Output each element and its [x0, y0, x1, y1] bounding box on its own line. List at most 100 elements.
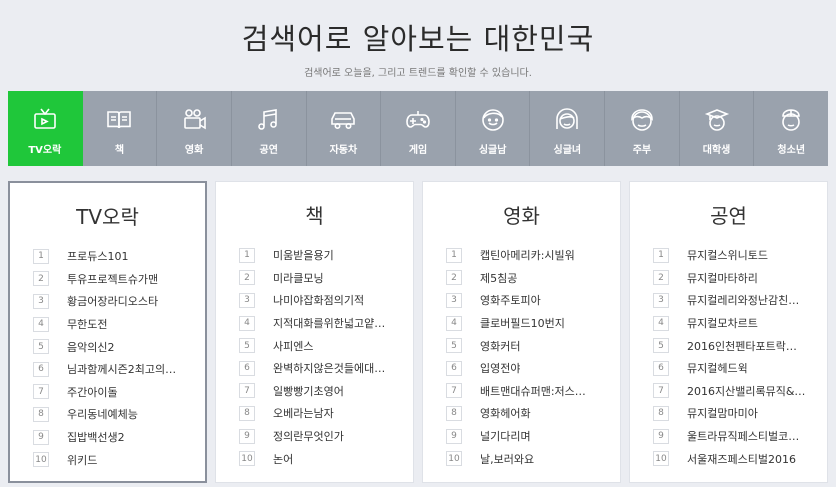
category-tab-book[interactable]: 책: [83, 91, 158, 166]
rank-keyword[interactable]: 뮤지컬마타하리: [687, 270, 758, 286]
rank-item[interactable]: 6 입영전야: [446, 357, 608, 380]
rank-number: 7: [239, 383, 255, 399]
rank-keyword[interactable]: 클로버필드10번지: [480, 315, 565, 331]
rank-keyword[interactable]: 미라클모닝: [273, 270, 324, 286]
rank-keyword[interactable]: 뮤지컬헤드윅: [687, 360, 748, 376]
category-tab-car[interactable]: 자동차: [307, 91, 382, 166]
rank-item[interactable]: 2 투유프로젝트슈가맨: [33, 268, 193, 291]
rank-item[interactable]: 7 2016지산밸리록뮤직&…: [653, 380, 815, 403]
rank-keyword[interactable]: 영화커터: [480, 338, 520, 354]
rank-item[interactable]: 4 지적대화를위한넓고얕…: [239, 312, 401, 335]
category-tab-tv[interactable]: TV오락: [8, 91, 83, 166]
category-tab-single-man[interactable]: 싱글남: [456, 91, 531, 166]
rank-keyword[interactable]: 음악의신2: [67, 339, 114, 355]
rank-item[interactable]: 7 일빵빵기초영어: [239, 380, 401, 403]
rank-item[interactable]: 1 프로듀스101: [33, 245, 193, 268]
rank-item[interactable]: 9 집밥백선생2: [33, 426, 193, 449]
rank-keyword[interactable]: 배트맨대슈퍼맨:저스…: [480, 383, 586, 399]
rank-keyword[interactable]: 무한도전: [67, 316, 107, 332]
rank-item[interactable]: 1 뮤지컬스위니토드: [653, 244, 815, 267]
rank-item[interactable]: 10 날,보러와요: [446, 447, 608, 470]
category-tab-performance[interactable]: 공연: [232, 91, 307, 166]
rank-item[interactable]: 9 울트라뮤직페스티벌코…: [653, 425, 815, 448]
rank-keyword[interactable]: 지적대화를위한넓고얕…: [273, 315, 385, 331]
rank-keyword[interactable]: 완벽하지않은것들에대…: [273, 360, 385, 376]
rank-keyword[interactable]: 일빵빵기초영어: [273, 383, 344, 399]
rank-keyword[interactable]: 정의란무엇인가: [273, 428, 344, 444]
category-tab-teenager[interactable]: 청소년: [754, 91, 828, 166]
rank-keyword[interactable]: 캡틴아메리카:시빌워: [480, 247, 575, 263]
rank-keyword[interactable]: 논어: [273, 451, 293, 467]
rank-item[interactable]: 3 황금어장라디오스타: [33, 290, 193, 313]
rank-item[interactable]: 4 클로버필드10번지: [446, 312, 608, 335]
rank-keyword[interactable]: 집밥백선생2: [67, 429, 125, 445]
rank-keyword[interactable]: 2016인천펜타포트락…: [687, 338, 797, 354]
rank-item[interactable]: 2 제5침공: [446, 267, 608, 290]
category-tab-housewife[interactable]: 주부: [605, 91, 680, 166]
rank-item[interactable]: 9 널기다리며: [446, 425, 608, 448]
rank-keyword[interactable]: 뮤지컬스위니토드: [687, 247, 768, 263]
rank-keyword[interactable]: 뮤지컬맘마미아: [687, 405, 758, 421]
rank-keyword[interactable]: 투유프로젝트슈가맨: [67, 271, 158, 287]
rank-item[interactable]: 9 정의란무엇인가: [239, 425, 401, 448]
rank-item[interactable]: 5 2016인천펜타포트락…: [653, 334, 815, 357]
rank-item[interactable]: 10 위키드: [33, 448, 193, 471]
category-tab-college-student[interactable]: 대학생: [680, 91, 755, 166]
rank-keyword[interactable]: 님과함께시즌2최고의…: [67, 361, 176, 377]
rank-item[interactable]: 8 우리동네예체능: [33, 403, 193, 426]
rank-number: 8: [33, 406, 49, 422]
rank-item[interactable]: 7 배트맨대슈퍼맨:저스…: [446, 380, 608, 403]
rank-item[interactable]: 2 뮤지컬마타하리: [653, 267, 815, 290]
rank-item[interactable]: 10 논어: [239, 447, 401, 470]
rank-keyword[interactable]: 울트라뮤직페스티벌코…: [687, 428, 799, 444]
rank-keyword[interactable]: 날,보러와요: [480, 451, 534, 467]
rank-keyword[interactable]: 위키드: [67, 452, 97, 468]
rank-number: 4: [653, 315, 669, 331]
rank-item[interactable]: 8 뮤지컬맘마미아: [653, 402, 815, 425]
rank-keyword[interactable]: 오베라는남자: [273, 405, 334, 421]
rank-keyword[interactable]: 영화주토피아: [480, 292, 541, 308]
page-title: 검색어로 알아보는 대한민국: [241, 22, 595, 56]
ranking-card-book[interactable]: 책 1 미움받을용기 2 미라클모닝 3 나미야잡화점의기적 4 지적대화를위한넓고얕……: [215, 181, 414, 483]
rank-keyword[interactable]: 입영전야: [480, 360, 520, 376]
rank-item[interactable]: 3 뮤지컬레리와정난감친…: [653, 289, 815, 312]
rank-item[interactable]: 5 영화커터: [446, 334, 608, 357]
rank-keyword[interactable]: 우리동네예체능: [67, 406, 138, 422]
rank-item[interactable]: 2 미라클모닝: [239, 267, 401, 290]
rank-keyword[interactable]: 영화헤어화: [480, 405, 531, 421]
rank-item[interactable]: 6 완벽하지않은것들에대…: [239, 357, 401, 380]
ranking-card-movie[interactable]: 영화 1 캡틴아메리카:시빌워 2 제5침공 3 영화주토피아 4 클로버필드10번지 …: [422, 181, 621, 483]
rank-keyword[interactable]: 서울재즈페스티벌2016: [687, 451, 796, 467]
rank-keyword[interactable]: 뮤지컬레리와정난감친…: [687, 292, 799, 308]
rank-keyword[interactable]: 제5침공: [480, 270, 517, 286]
ranking-card-tv[interactable]: TV오락 1 프로듀스101 2 투유프로젝트슈가맨 3 황금어장라디오스타 4 무한도…: [8, 181, 207, 483]
rank-item[interactable]: 8 영화헤어화: [446, 402, 608, 425]
rank-keyword[interactable]: 황금어장라디오스타: [67, 293, 158, 309]
category-label: 싱글녀: [553, 145, 582, 156]
category-tab-single-woman[interactable]: 싱글녀: [530, 91, 606, 166]
rank-keyword[interactable]: 주간아이돌: [67, 384, 118, 400]
rank-keyword[interactable]: 사피엔스: [273, 338, 313, 354]
rank-item[interactable]: 4 뮤지컬모차르트: [653, 312, 815, 335]
rank-item[interactable]: 3 나미야잡화점의기적: [239, 289, 401, 312]
rank-item[interactable]: 5 사피엔스: [239, 334, 401, 357]
rank-item[interactable]: 10 서울재즈페스티벌2016: [653, 447, 815, 470]
ranking-card-performance[interactable]: 공연 1 뮤지컬스위니토드 2 뮤지컬마타하리 3 뮤지컬레리와정난감친… 4 뮤지컬모…: [629, 181, 828, 483]
rank-item[interactable]: 6 뮤지컬헤드윅: [653, 357, 815, 380]
rank-item[interactable]: 3 영화주토피아: [446, 289, 608, 312]
rank-item[interactable]: 7 주간아이돌: [33, 381, 193, 404]
rank-item[interactable]: 8 오베라는남자: [239, 402, 401, 425]
rank-keyword[interactable]: 프로듀스101: [67, 248, 128, 264]
category-tab-movie[interactable]: 영화: [157, 91, 232, 166]
rank-keyword[interactable]: 나미야잡화점의기적: [273, 292, 364, 308]
rank-item[interactable]: 1 미움받을용기: [239, 244, 401, 267]
rank-item[interactable]: 4 무한도전: [33, 313, 193, 336]
rank-keyword[interactable]: 2016지산밸리록뮤직&…: [687, 383, 805, 399]
rank-item[interactable]: 1 캡틴아메리카:시빌워: [446, 244, 608, 267]
rank-keyword[interactable]: 뮤지컬모차르트: [687, 315, 758, 331]
rank-item[interactable]: 5 음악의신2: [33, 335, 193, 358]
rank-keyword[interactable]: 미움받을용기: [273, 247, 334, 263]
category-tab-game[interactable]: 게임: [381, 91, 456, 166]
rank-keyword[interactable]: 널기다리며: [480, 428, 531, 444]
rank-item[interactable]: 6 님과함께시즌2최고의…: [33, 358, 193, 381]
